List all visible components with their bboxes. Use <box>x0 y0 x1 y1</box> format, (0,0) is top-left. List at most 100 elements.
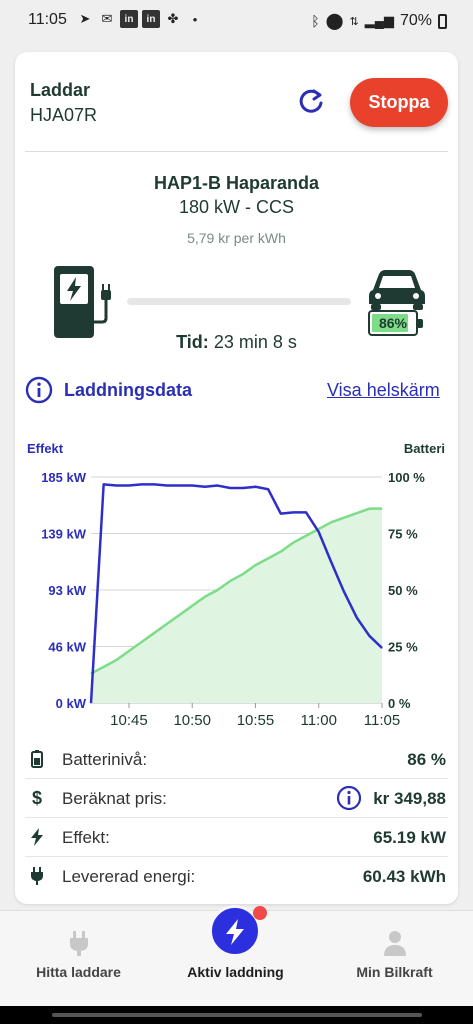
x-tick-label: 10:55 <box>237 712 275 729</box>
station-power: 180 kW - CCS <box>178 197 295 217</box>
battery-point <box>267 557 269 559</box>
power-point <box>330 562 332 564</box>
power-point <box>318 531 320 533</box>
dollar-icon: $ <box>27 788 47 808</box>
power-point <box>90 702 92 704</box>
nav-active-charging[interactable]: Aktiv laddning <box>157 905 314 1007</box>
nav-label: Min Bilkraft <box>356 964 433 980</box>
bottom-nav: Hitta laddare Aktiv laddning Min Bilkraf… <box>0 905 473 1007</box>
page-title: Laddar <box>30 80 91 100</box>
battery-point <box>128 650 130 652</box>
left-tick-label: 0 kW <box>56 696 87 711</box>
status-time: 11:05 <box>28 11 67 28</box>
plug-icon <box>70 931 88 956</box>
battery-percent-label: 86% <box>378 315 408 331</box>
location-icon: ⬤ <box>325 13 344 30</box>
vehicle-registration: HJA07R <box>30 105 98 125</box>
svg-text:$: $ <box>32 788 42 808</box>
power-point <box>191 485 193 487</box>
x-tick-label: 10:45 <box>110 712 148 729</box>
status-bar: 11:05 ➤ ✉ in in ✤ • ᛒ ⬤ ⇅ ▂▄▆ 70% <box>0 0 473 40</box>
power-point <box>217 485 219 487</box>
power-point <box>204 486 206 488</box>
power-point <box>254 486 256 488</box>
battery-percent: 70% <box>399 12 432 29</box>
power-point <box>229 487 231 489</box>
power-point <box>343 591 345 593</box>
station-name: HAP1-B Haparanda <box>153 173 320 193</box>
power-point <box>292 511 294 513</box>
battery-terminal <box>418 319 423 328</box>
left-tick-label: 93 kW <box>48 583 86 598</box>
mail-icon: ✉ <box>101 11 113 26</box>
detail-row: Levererad energi: 60.43 kWh <box>25 857 448 896</box>
battery-point <box>242 573 244 575</box>
battery-point <box>115 659 117 661</box>
refresh-icon[interactable] <box>295 86 327 118</box>
battery-point <box>368 508 370 510</box>
stop-charging-button[interactable]: Stoppa <box>350 78 448 127</box>
time-label: Tid: <box>176 332 209 352</box>
x-tick-label: 11:00 <box>301 712 337 729</box>
battery-point <box>280 551 282 553</box>
power-point <box>153 483 155 485</box>
x-tick-label: 10:50 <box>173 712 211 729</box>
info-icon[interactable] <box>336 785 362 811</box>
detail-value: kr 349,88 <box>373 789 446 808</box>
power-point <box>166 485 168 487</box>
battery-point <box>179 614 181 616</box>
battery-point <box>305 535 307 537</box>
time-value: 23 min 8 s <box>213 332 297 352</box>
charger-station-icon <box>54 266 111 338</box>
detail-label: Batterinivå: <box>62 750 148 769</box>
divider <box>25 151 448 152</box>
dot-icon: • <box>192 11 198 27</box>
battery-point <box>217 589 219 591</box>
charging-data-title: Laddningsdata <box>64 380 193 400</box>
nav-find-charger[interactable]: Hitta laddare <box>0 911 157 1007</box>
plug-icon <box>27 866 47 886</box>
charging-chart: Effekt Batteri 185 kW 100 % 139 kW 75 % 93 kW 5… <box>27 441 445 729</box>
charging-progress-track <box>127 298 351 305</box>
battery-point <box>90 673 92 675</box>
detail-row: $ Beräknat pris: kr 349,88 <box>25 779 448 818</box>
detail-label: Beräknat pris: <box>62 789 167 808</box>
lightning-icon <box>226 919 244 945</box>
info-icon[interactable] <box>25 376 53 404</box>
battery-icon <box>438 13 447 29</box>
left-tick-label: 185 kW <box>41 470 87 485</box>
lightning-icon <box>27 827 47 847</box>
right-axis-title: Batteri <box>404 441 445 456</box>
bluetooth-icon: ᛒ <box>311 13 320 29</box>
fullscreen-link[interactable]: Visa helskärm <box>327 380 440 401</box>
right-tick-label: 100 % <box>388 470 425 485</box>
notification-icons: ➤ ✉ in in ✤ • <box>76 10 204 28</box>
x-tick-label: 11:05 <box>364 712 400 729</box>
power-point <box>179 485 181 487</box>
right-tick-label: 50 % <box>388 583 418 598</box>
station-price: 5,79 kr per kWh <box>187 230 286 246</box>
signal-icon: ▂▄▆ <box>364 13 394 28</box>
battery-point <box>330 521 332 523</box>
power-point <box>128 485 130 487</box>
battery-point <box>153 632 155 634</box>
battery-point <box>166 623 168 625</box>
linkedin-icon: in <box>142 10 160 28</box>
battery-point <box>191 605 193 607</box>
battery-point <box>381 508 383 510</box>
battery-point <box>254 564 256 566</box>
person-icon <box>384 931 406 956</box>
nav-my-account[interactable]: Min Bilkraft <box>316 911 473 1007</box>
battery-point <box>229 580 231 582</box>
detail-row: Effekt: 65.19 kW <box>25 818 448 857</box>
battery-point <box>318 528 320 530</box>
detail-label: Effekt: <box>62 828 110 847</box>
right-tick-label: 0 % <box>388 696 411 711</box>
power-point <box>267 488 269 490</box>
right-tick-label: 75 % <box>388 527 418 542</box>
home-indicator[interactable] <box>52 1013 422 1017</box>
power-point <box>356 616 358 618</box>
fan-icon: ✤ <box>167 11 179 26</box>
battery-icon <box>27 749 47 769</box>
battery-point <box>141 641 143 643</box>
